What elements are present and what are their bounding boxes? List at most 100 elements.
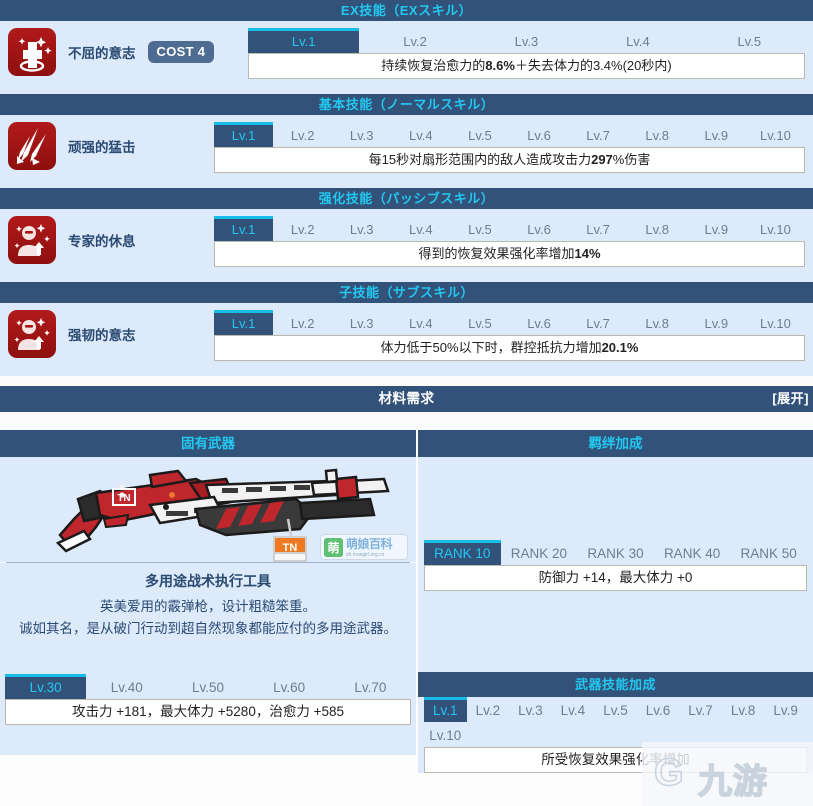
materials-bottom-gap — [0, 412, 813, 430]
skill-level-tabs[interactable]: Lv.1 Lv.2 Lv.3 Lv.4 Lv.5 Lv.6 Lv.7 Lv.8 Lv.9 Lv.1… — [214, 216, 805, 241]
level-tab[interactable]: Lv.9 — [687, 122, 746, 147]
level-tab[interactable]: Lv.1 — [214, 122, 274, 147]
level-tab[interactable]: Lv.4 — [391, 310, 450, 335]
level-tab[interactable]: Lv.10 — [746, 310, 805, 335]
subskill-buff-icon — [8, 310, 56, 358]
materials-expand-toggle[interactable]: [展开] — [772, 386, 809, 412]
bond-top-pad — [418, 457, 813, 540]
level-tab[interactable]: Lv.5 — [694, 28, 805, 53]
level-tab[interactable]: Lv.30 — [5, 674, 87, 699]
skill-level-tabs[interactable]: Lv.1 Lv.2 Lv.3 Lv.4 Lv.5 Lv.6 Lv.7 Lv.8 Lv.9 Lv.1… — [214, 310, 805, 335]
level-tab[interactable]: Lv.2 — [273, 122, 332, 147]
bond-effect-text: 防御力 +14，最大体力 +0 — [424, 565, 807, 591]
skill-spacer — [0, 181, 813, 188]
level-tab[interactable]: Lv.3 — [332, 216, 391, 241]
materials-title: 材料需求 — [378, 391, 435, 406]
level-tab[interactable]: Lv.8 — [628, 216, 687, 241]
level-tab[interactable]: Lv.10 — [746, 122, 805, 147]
level-tab[interactable]: Lv.8 — [628, 310, 687, 335]
skill-cost-badge: COST 4 — [147, 41, 215, 63]
level-tab[interactable]: Lv.40 — [86, 674, 167, 699]
skill-identity: 顽强的猛击 — [8, 122, 214, 170]
skill-level-area: Lv.1 Lv.2 Lv.3 Lv.4 Lv.5 Lv.6 Lv.7 Lv.8 Lv.9 Lv.1… — [214, 122, 805, 173]
level-tab[interactable]: Lv.2 — [273, 310, 332, 335]
section-header: EX技能（EXスキル） — [0, 0, 813, 21]
level-tab[interactable]: Lv.7 — [679, 697, 722, 722]
skill-name: 强韧的意志 — [68, 328, 136, 343]
moegirl-name: 萌娘百科 — [346, 537, 393, 551]
level-tab[interactable]: Lv.5 — [450, 122, 509, 147]
weapon-column-header: 固有武器 — [0, 430, 416, 457]
level-tab[interactable]: Lv.3 — [332, 310, 391, 335]
materials-header[interactable]: 材料需求 [展开] — [0, 386, 813, 412]
level-tab[interactable]: RANK 40 — [654, 540, 731, 565]
level-tab[interactable]: Lv.6 — [509, 310, 568, 335]
level-tab[interactable]: Lv.1 — [214, 216, 274, 241]
level-tab[interactable]: Lv.7 — [569, 122, 628, 147]
level-tab[interactable]: Lv.7 — [569, 310, 628, 335]
moegirl-watermark: 萌 萌娘百科 zh.moegirl.org.cn — [320, 534, 408, 560]
level-tab[interactable]: Lv.4 — [582, 28, 693, 53]
level-tab[interactable]: Lv.6 — [509, 122, 568, 147]
skill-level-tabs[interactable]: Lv.1 Lv.2 Lv.3 Lv.4 Lv.5 Lv.6 Lv.7 Lv.8 Lv.9 Lv.1… — [214, 122, 805, 147]
moegirl-url: zh.moegirl.org.cn — [346, 552, 385, 558]
level-tab[interactable]: Lv.2 — [359, 28, 470, 53]
skill-level-tabs[interactable]: Lv.1 Lv.2 Lv.3 Lv.4 Lv.5 — [248, 28, 805, 53]
level-tab[interactable]: Lv.6 — [637, 697, 680, 722]
weapon-skill-level-tabs[interactable]: Lv.1 Lv.2 Lv.3 Lv.4 Lv.5 Lv.6 Lv.7 Lv.8 Lv.9 Lv.1… — [424, 697, 807, 747]
weapon-level-block: Lv.30 Lv.40 Lv.50 Lv.60 Lv.70 攻击力 +181，最大体力 … — [0, 674, 416, 733]
level-tab[interactable]: Lv.10 — [746, 216, 805, 241]
skill-row: 顽强的猛击 Lv.1 Lv.2 Lv.3 Lv.4 Lv.5 Lv.6 Lv.7 Lv.8 Lv.… — [0, 115, 813, 181]
level-tab[interactable]: Lv.7 — [569, 216, 628, 241]
skill-row: 强韧的意志 Lv.1 Lv.2 Lv.3 Lv.4 Lv.5 Lv.6 Lv.7 Lv.8 Lv.… — [0, 303, 813, 369]
level-tab[interactable]: Lv.3 — [471, 28, 582, 53]
level-tab[interactable]: Lv.4 — [391, 216, 450, 241]
level-tab[interactable]: Lv.4 — [391, 122, 450, 147]
skill-name: 专家的休息 — [68, 234, 136, 249]
level-tab[interactable]: RANK 10 — [424, 540, 501, 565]
skill-identity: 强韧的意志 — [8, 310, 214, 358]
level-tab[interactable]: Lv.50 — [167, 674, 248, 699]
level-tab[interactable]: Lv.2 — [467, 697, 510, 722]
level-tab[interactable]: Lv.5 — [450, 216, 509, 241]
level-tab[interactable]: Lv.9 — [687, 216, 746, 241]
skill-spacer — [0, 87, 813, 94]
materials-top-gap — [0, 376, 813, 386]
level-tab[interactable]: Lv.60 — [249, 674, 330, 699]
level-tab[interactable]: RANK 50 — [730, 540, 807, 565]
level-tab[interactable]: Lv.5 — [450, 310, 509, 335]
level-tab[interactable]: Lv.70 — [330, 674, 411, 699]
character-detail-page: EX技能（EXスキル） 不屈的意志 COST 4 Lv.1 Lv.2 Lv.3 Lv.4 Lv… — [0, 0, 813, 806]
level-tab[interactable]: Lv.8 — [628, 122, 687, 147]
level-tab[interactable]: Lv.10 — [424, 722, 467, 747]
level-tab[interactable]: Lv.1 — [214, 310, 274, 335]
level-tab[interactable]: Lv.6 — [509, 216, 568, 241]
level-tab[interactable]: Lv.9 — [687, 310, 746, 335]
level-tab[interactable]: Lv.9 — [764, 697, 807, 722]
weapon-description: 英美爱用的霰弹枪，设计粗糙笨重。 诚如其名，是从破门行动到超自然现象都能应付的多… — [0, 596, 416, 648]
level-tab[interactable]: Lv.8 — [722, 697, 765, 722]
bond-rank-tabs[interactable]: RANK 10 RANK 20 RANK 30 RANK 40 RANK 50 — [424, 540, 807, 565]
weapon-stats-text: 攻击力 +181，最大体力 +5280，治愈力 +585 — [5, 699, 411, 725]
skill-spacer — [0, 369, 813, 376]
passive-buff-icon — [8, 216, 56, 264]
weapon-skill-description: 所受恢复效果强化率增加 — [424, 747, 807, 773]
weapon-skill-header: 武器技能加成 — [418, 672, 813, 697]
level-tab[interactable]: RANK 20 — [501, 540, 578, 565]
weapon-level-tabs[interactable]: Lv.30 Lv.40 Lv.50 Lv.60 Lv.70 — [5, 674, 411, 699]
level-tab[interactable]: Lv.4 — [552, 697, 595, 722]
level-tab[interactable]: Lv.5 — [594, 697, 637, 722]
weapon-desc-line-2: 诚如其名，是从破门行动到超自然现象都能应付的多用途武器。 — [19, 621, 397, 636]
level-tab[interactable]: Lv.3 — [332, 122, 391, 147]
svg-text:TN: TN — [283, 542, 298, 554]
skill-spacer — [0, 275, 813, 282]
level-tab[interactable]: Lv.2 — [273, 216, 332, 241]
weapon-bottom-pad — [0, 733, 416, 755]
weapon-name: 多用途战术执行工具 — [0, 563, 416, 596]
weapon-desc-line-1: 英美爱用的霰弹枪，设计粗糙笨重。 — [100, 599, 316, 614]
level-tab[interactable]: Lv.1 — [248, 28, 360, 53]
level-tab[interactable]: Lv.3 — [509, 697, 552, 722]
level-tab[interactable]: Lv.1 — [424, 697, 467, 722]
bond-mid-pad — [418, 591, 813, 672]
level-tab[interactable]: RANK 30 — [577, 540, 654, 565]
